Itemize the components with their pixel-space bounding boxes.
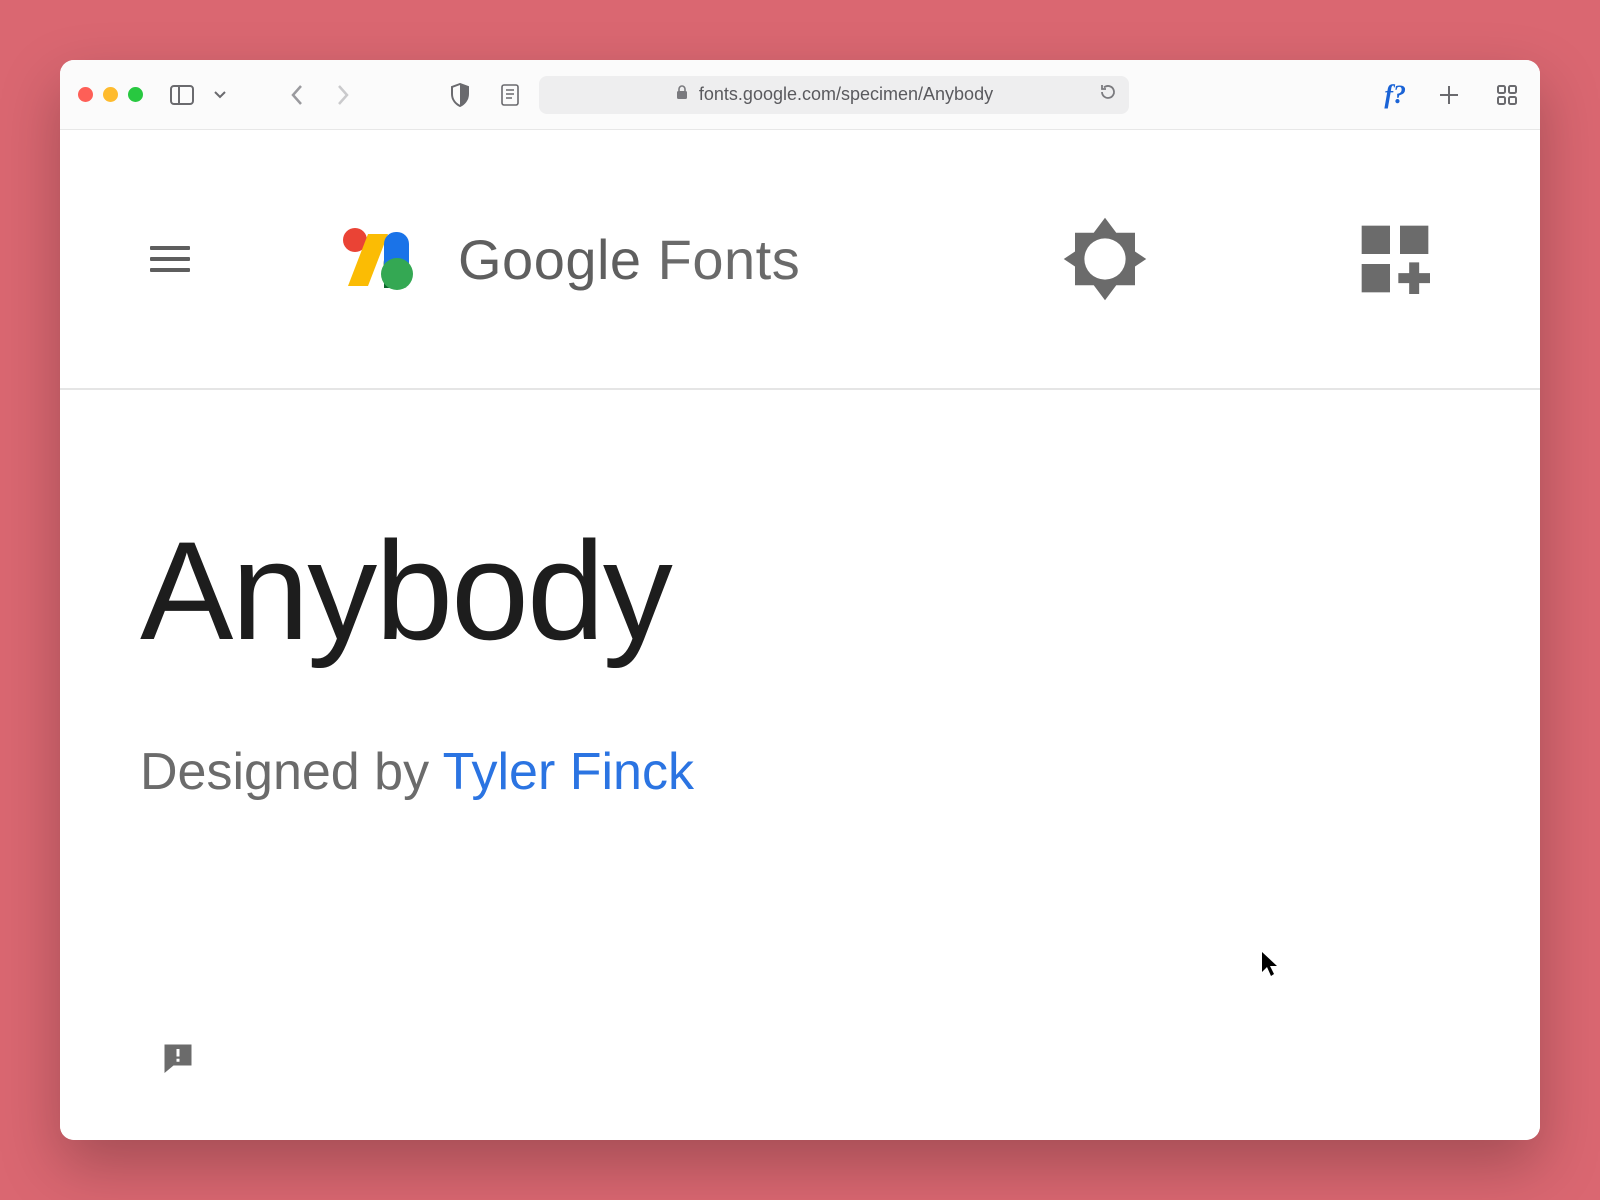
new-tab-button[interactable] [1434, 80, 1464, 110]
tab-overview-icon[interactable] [1492, 80, 1522, 110]
designer-credit: Designed by Tyler Finck [140, 742, 1540, 802]
sidebar-toggle-group [167, 80, 235, 110]
forward-button[interactable] [327, 80, 357, 110]
back-button[interactable] [283, 80, 313, 110]
selected-families-button[interactable] [1350, 214, 1440, 304]
chevron-down-icon[interactable] [205, 80, 235, 110]
designer-link[interactable]: Tyler Finck [443, 743, 694, 801]
reload-icon[interactable] [1099, 83, 1117, 106]
sidebar-toggle-icon[interactable] [167, 80, 197, 110]
mouse-cursor-icon [1260, 950, 1280, 978]
designed-by-label: Designed by [140, 743, 443, 801]
lock-icon [675, 84, 689, 105]
minimize-window-button[interactable] [103, 87, 118, 102]
reader-mode-icon[interactable] [495, 80, 525, 110]
page-content: Google Fonts [60, 130, 1540, 1140]
font-name-heading: Anybody [140, 510, 1540, 672]
google-fonts-logo[interactable]: Google Fonts [340, 226, 800, 292]
close-window-button[interactable] [78, 87, 93, 102]
site-header: Google Fonts [60, 130, 1540, 390]
browser-window: fonts.google.com/specimen/Anybody f? [60, 60, 1540, 1140]
browser-toolbar: fonts.google.com/specimen/Anybody f? [60, 60, 1540, 130]
feedback-button[interactable] [160, 1040, 200, 1080]
privacy-shield-icon[interactable] [445, 80, 475, 110]
url-text: fonts.google.com/specimen/Anybody [699, 84, 993, 105]
menu-button[interactable] [150, 239, 190, 279]
font-extension-icon[interactable]: f? [1384, 80, 1406, 110]
specimen-section: Anybody Designed by Tyler Finck [60, 390, 1540, 802]
google-fonts-wordmark: Google Fonts [458, 227, 800, 292]
zoom-window-button[interactable] [128, 87, 143, 102]
address-bar[interactable]: fonts.google.com/specimen/Anybody [539, 76, 1129, 114]
header-actions [1060, 214, 1500, 304]
theme-toggle-button[interactable] [1060, 214, 1150, 304]
brand-bold: Google [458, 228, 642, 291]
google-fonts-mark-icon [340, 226, 430, 292]
brand-light: Fonts [642, 228, 801, 291]
window-controls [78, 87, 143, 102]
